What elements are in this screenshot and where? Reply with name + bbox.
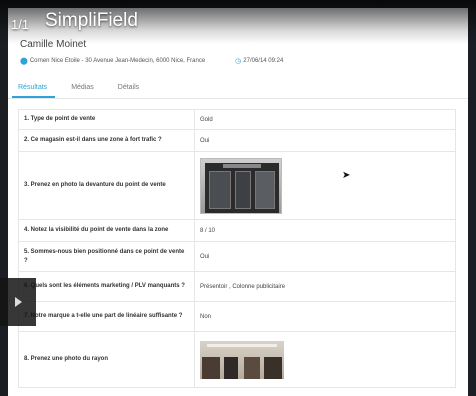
tab-details[interactable]: Détails [112, 77, 147, 98]
table-row: 7. Notre marque a t-elle une part de lin… [18, 301, 456, 332]
question-cell: 3. Prenez en photo la devanture du point… [18, 151, 195, 220]
answer-cell [194, 331, 456, 388]
answer-cell: 8 / 10 [194, 219, 456, 242]
table-row: 2. Ce magasin est-il dans une zone à for… [18, 129, 456, 152]
answer-cell: Oui [194, 129, 456, 152]
question-cell: 7. Notre marque a t-elle une part de lin… [18, 301, 195, 332]
storefront-photo[interactable] [200, 157, 282, 214]
video-title: SimpliField [45, 10, 138, 31]
datetime-text: 27/06/14 09:24 [243, 58, 284, 64]
play-button[interactable] [0, 278, 36, 326]
answer-cell: Non [194, 301, 456, 332]
answer-cell: Oui [194, 241, 456, 272]
tab-resultats[interactable]: Résultats [12, 77, 56, 98]
table-row: 4. Notez la visibilité du point de vente… [18, 219, 456, 242]
play-icon [14, 297, 22, 307]
question-cell: 6. Quels sont les éléments marketing / P… [18, 271, 195, 302]
answer-cell [194, 151, 456, 220]
table-row: 5. Sommes-nous bien positionné dans ce p… [18, 241, 456, 272]
shelf-photo[interactable] [200, 340, 284, 379]
visit-report-card: Camille Moinet ⬤ Cornen Nice Etoile - 30… [8, 8, 468, 396]
results-table: 1. Type de point de vente Gold 2. Ce mag… [18, 109, 456, 388]
person-name: Camille Moinet [20, 39, 87, 50]
slide-counter: 1/1 [11, 17, 30, 32]
question-cell: 8. Prenez une photo du rayon [18, 331, 195, 388]
table-row: 6. Quels sont les éléments marketing / P… [18, 271, 456, 302]
location-text: Cornen Nice Etoile - 30 Avenue Jean-Mede… [29, 58, 206, 64]
visit-meta: ⬤ Cornen Nice Etoile - 30 Avenue Jean-Me… [20, 57, 456, 65]
question-cell: 5. Sommes-nous bien positionné dans ce p… [18, 241, 195, 272]
tabs-bar: Résultats Médias Détails [8, 77, 468, 99]
table-row: 3. Prenez en photo la devanture du point… [18, 151, 456, 220]
mouse-cursor-icon: ➤ [342, 170, 351, 181]
table-row: 8. Prenez une photo du rayon [18, 331, 456, 388]
table-row: 1. Type de point de vente Gold [18, 109, 456, 130]
map-pin-icon: ⬤ [20, 58, 28, 65]
answer-cell: Gold [194, 109, 456, 130]
tab-medias[interactable]: Médias [65, 77, 102, 98]
question-cell: 4. Notez la visibilité du point de vente… [18, 219, 195, 242]
clock-icon: ◷ [235, 58, 242, 65]
answer-cell: Présentoir , Colonne publicitaire [194, 271, 456, 302]
question-cell: 2. Ce magasin est-il dans une zone à for… [18, 129, 195, 152]
question-cell: 1. Type de point de vente [18, 109, 195, 130]
